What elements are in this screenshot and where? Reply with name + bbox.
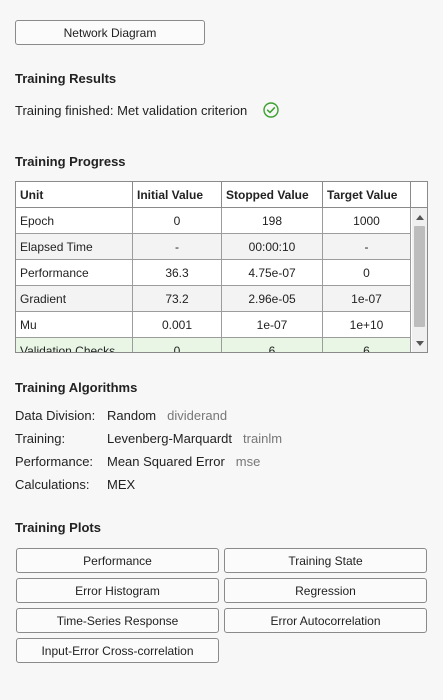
cell-initial: 36.3 [133,260,222,286]
algo-function: dividerand [167,408,228,423]
algo-value: MEX [107,477,136,492]
cell-unit: Epoch [16,208,133,234]
cell-target: - [323,234,411,260]
plot-regression-button[interactable]: Regression [224,578,427,603]
algo-value: Random [107,408,157,423]
cell-unit: Gradient [16,286,133,312]
training-progress-title: Training Progress [15,154,126,169]
cell-unit: Mu [16,312,133,338]
algo-label: Performance: [15,454,94,469]
plot-error-autocorrelation-button[interactable]: Error Autocorrelation [224,608,427,633]
algo-value: Levenberg-Marquardt [107,431,233,446]
training-results-title: Training Results [15,71,117,86]
scrollbar-thumb[interactable] [414,226,425,327]
table-row[interactable]: Performance 36.3 4.75e-07 0 [16,260,411,286]
header-target-value: Target Value [323,182,411,208]
cell-stopped: 1e-07 [222,312,323,338]
table-header: Unit Initial Value Stopped Value Target … [16,182,427,208]
algo-calculations: Calculations: MEX [15,477,135,492]
header-spacer [411,182,427,208]
plot-error-histogram-button[interactable]: Error Histogram [16,578,219,603]
header-initial-value: Initial Value [133,182,222,208]
algo-function: trainlm [243,431,283,446]
cell-stopped: 2.96e-05 [222,286,323,312]
cell-initial: 73.2 [133,286,222,312]
algo-label: Calculations: [15,477,90,492]
algo-value: Mean Squared Error [107,454,225,469]
scroll-down-arrow-icon[interactable] [412,336,427,350]
table-scrollbar[interactable] [412,208,427,352]
algo-data-division: Data Division: Random dividerand [15,408,227,423]
table-row[interactable]: Mu 0.001 1e-07 1e+10 [16,312,411,338]
training-status-text: Training finished: Met validation criter… [15,102,248,118]
cell-unit: Performance [16,260,133,286]
training-progress-table: Unit Initial Value Stopped Value Target … [15,181,428,353]
cell-target: 1e-07 [323,286,411,312]
table-row[interactable]: Epoch 0 198 1000 [16,208,411,234]
cell-target: 1000 [323,208,411,234]
cell-unit: Validation Checks [16,338,133,352]
cell-initial: 0 [133,338,222,352]
cell-unit: Elapsed Time [16,234,133,260]
cell-stopped: 00:00:10 [222,234,323,260]
cell-stopped: 198 [222,208,323,234]
algo-label: Data Division: [15,408,96,423]
check-circle-icon [263,102,279,118]
algo-label: Training: [15,431,66,446]
plot-time-series-response-button[interactable]: Time-Series Response [16,608,219,633]
table-row[interactable]: Elapsed Time - 00:00:10 - [16,234,411,260]
cell-target: 6 [323,338,411,352]
header-unit: Unit [16,182,133,208]
network-diagram-button[interactable]: Network Diagram [15,20,205,45]
cell-stopped: 4.75e-07 [222,260,323,286]
table-row[interactable]: Validation Checks 0 6 6 [16,338,411,352]
plot-training-state-button[interactable]: Training State [224,548,427,573]
algo-training: Training: Levenberg-Marquardt trainlm [15,431,282,446]
training-plots-title: Training Plots [15,520,101,535]
cell-initial: - [133,234,222,260]
algo-function: mse [235,454,261,469]
training-algorithms-title: Training Algorithms [15,380,138,395]
cell-initial: 0.001 [133,312,222,338]
cell-stopped: 6 [222,338,323,352]
cell-target: 1e+10 [323,312,411,338]
plot-input-error-crosscorrelation-button[interactable]: Input-Error Cross-correlation [16,638,219,663]
table-body: Epoch 0 198 1000 Elapsed Time - 00:00:10… [16,208,411,352]
header-stopped-value: Stopped Value [222,182,323,208]
algo-performance: Performance: Mean Squared Error mse [15,454,260,469]
table-row[interactable]: Gradient 73.2 2.96e-05 1e-07 [16,286,411,312]
training-status: Training finished: Met validation criter… [15,102,279,118]
plot-performance-button[interactable]: Performance [16,548,219,573]
cell-initial: 0 [133,208,222,234]
scroll-up-arrow-icon[interactable] [412,210,427,224]
cell-target: 0 [323,260,411,286]
